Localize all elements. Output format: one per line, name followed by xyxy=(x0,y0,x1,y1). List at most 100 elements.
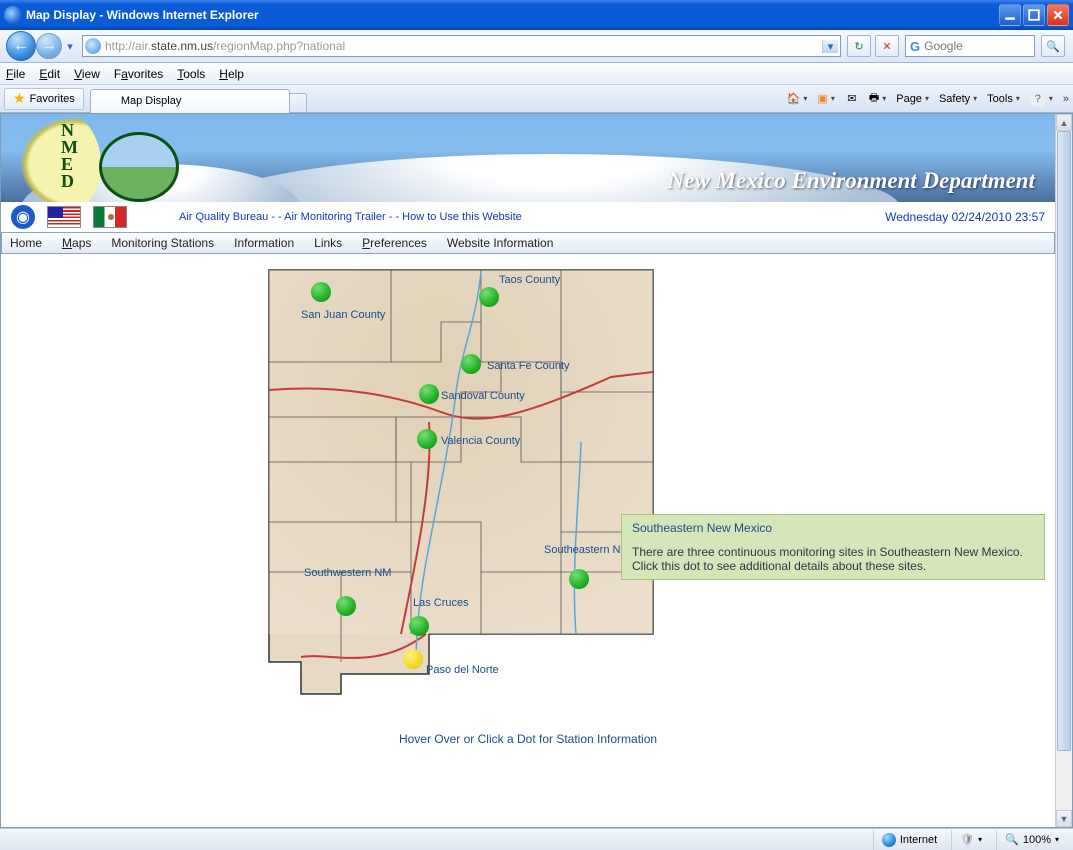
star-icon: ★ xyxy=(13,90,26,107)
zoom-level: 100% xyxy=(1023,834,1051,846)
tab-favicon xyxy=(103,94,117,108)
forward-button[interactable]: → xyxy=(36,33,62,59)
nav-website-information[interactable]: Website Information xyxy=(447,236,554,250)
menu-help[interactable]: Help xyxy=(219,67,244,81)
station-label-santafe: Santa Fe County xyxy=(487,360,570,372)
globe-icon xyxy=(882,833,896,847)
map-instruction-text: Hover Over or Click a Dot for Station In… xyxy=(1,732,1055,746)
ie-icon xyxy=(4,6,22,24)
station-dot-valencia[interactable] xyxy=(417,429,437,449)
page-menu[interactable]: Page▾ xyxy=(892,88,933,110)
protected-mode-icon[interactable]: 🛡▾ xyxy=(951,830,990,850)
station-label-pasodelnorte: Paso del Norte xyxy=(426,664,499,676)
nmed-letters: NMED xyxy=(61,122,78,190)
scroll-down-arrow[interactable]: ▼ xyxy=(1056,810,1072,827)
station-dot-lascruces[interactable] xyxy=(409,616,429,636)
station-label-sanjuan: San Juan County xyxy=(301,309,385,321)
status-zone[interactable]: Internet xyxy=(873,830,945,850)
zone-label: Internet xyxy=(900,834,937,846)
station-dot-taos[interactable] xyxy=(479,287,499,307)
station-label-sandoval: Sandoval County xyxy=(441,390,525,402)
nav-history-dropdown[interactable]: ▾ xyxy=(65,40,75,53)
search-box[interactable]: G Google xyxy=(905,35,1035,57)
page-icon xyxy=(85,38,101,54)
station-label-lascruces: Las Cruces xyxy=(413,597,469,609)
link-air-monitoring-trailer[interactable]: Air Monitoring Trailer xyxy=(284,211,385,223)
search-placeholder: Google xyxy=(924,39,963,53)
page-viewport: ▲ ▼ NMED New Mexico Environment Departme… xyxy=(0,113,1073,828)
nav-preferences[interactable]: Preferences xyxy=(362,236,427,250)
scroll-up-arrow[interactable]: ▲ xyxy=(1056,114,1072,131)
menu-file[interactable]: File xyxy=(6,67,25,81)
menu-favorites[interactable]: Favorites xyxy=(114,67,163,81)
help-button[interactable]: ?▾ xyxy=(1026,88,1057,110)
map-area: Taos County San Juan County Santa Fe Cou… xyxy=(1,254,1055,809)
station-label-southeastern: Southeastern NM xyxy=(544,544,630,556)
department-name: New Mexico Environment Department xyxy=(668,168,1035,194)
menu-view[interactable]: View xyxy=(74,67,100,81)
search-go-button[interactable]: 🔍 xyxy=(1041,35,1065,57)
station-tooltip: Southeastern New Mexico There are three … xyxy=(621,514,1045,580)
station-dot-sandoval[interactable] xyxy=(419,384,439,404)
accessibility-icon[interactable]: ◉ xyxy=(11,205,35,229)
window-titlebar: Map Display - Windows Internet Explorer xyxy=(0,0,1073,30)
nav-monitoring-stations[interactable]: Monitoring Stations xyxy=(111,236,214,250)
toolbar-overflow[interactable]: » xyxy=(1063,93,1069,105)
status-bar: Internet 🛡▾ 🔍 100% ▾ xyxy=(0,828,1073,850)
station-label-taos: Taos County xyxy=(499,274,560,286)
tooltip-body: There are three continuous monitoring si… xyxy=(632,545,1034,573)
url-text[interactable]: http://air.state.nm.us/regionMap.php?nat… xyxy=(105,39,822,53)
nav-information[interactable]: Information xyxy=(234,236,294,250)
site-nav-menu: Home Maps Monitoring Stations Informatio… xyxy=(1,232,1055,254)
scroll-thumb[interactable] xyxy=(1057,131,1071,751)
read-mail-button[interactable]: ✉ xyxy=(841,88,863,110)
google-icon: G xyxy=(910,39,920,54)
station-dot-santafe[interactable] xyxy=(461,354,481,374)
station-dot-sanjuan[interactable] xyxy=(311,282,331,302)
safety-menu[interactable]: Safety▾ xyxy=(935,88,981,110)
tooltip-title: Southeastern New Mexico xyxy=(632,521,1034,535)
nav-home[interactable]: Home xyxy=(10,236,42,250)
tab-map-display[interactable]: Map Display xyxy=(90,89,290,113)
tabs-toolbar: ★ Favorites Map Display 🏠▾ ▣▾ ✉ 🖶▾ Page▾… xyxy=(0,85,1073,113)
vertical-scrollbar[interactable]: ▲ ▼ xyxy=(1055,114,1072,827)
nmed-circle-logo xyxy=(99,132,179,202)
nav-maps[interactable]: Maps xyxy=(62,236,91,250)
menu-bar: File Edit View Favorites Tools Help xyxy=(0,63,1073,85)
station-dot-southeastern[interactable] xyxy=(569,569,589,589)
print-button[interactable]: 🖶▾ xyxy=(865,88,890,110)
nmed-moon-logo xyxy=(11,114,101,202)
new-tab-button[interactable] xyxy=(289,93,307,113)
link-air-quality-bureau[interactable]: Air Quality Bureau xyxy=(179,211,268,223)
us-flag-icon[interactable] xyxy=(47,206,81,228)
address-dropdown[interactable]: ▾ xyxy=(822,40,838,53)
stop-button[interactable]: ✕ xyxy=(875,35,899,57)
favorites-label: Favorites xyxy=(30,93,75,105)
feeds-button[interactable]: ▣▾ xyxy=(813,88,838,110)
maximize-button[interactable] xyxy=(1023,4,1045,26)
sub-header: ◉ Air Quality Bureau - - Air Monitoring … xyxy=(1,202,1055,232)
close-button[interactable] xyxy=(1047,4,1069,26)
link-how-to-use[interactable]: How to Use this Website xyxy=(402,211,522,223)
minimize-button[interactable] xyxy=(999,4,1021,26)
site-banner: NMED New Mexico Environment Department xyxy=(1,114,1055,202)
menu-tools[interactable]: Tools xyxy=(177,67,205,81)
window-title: Map Display - Windows Internet Explorer xyxy=(26,8,999,22)
home-button[interactable]: 🏠▾ xyxy=(783,88,812,110)
back-button[interactable]: ← xyxy=(6,31,36,61)
nav-toolbar: ← → ▾ http://air.state.nm.us/regionMap.p… xyxy=(0,30,1073,63)
menu-edit[interactable]: Edit xyxy=(39,67,60,81)
current-datetime: Wednesday 02/24/2010 23:57 xyxy=(885,210,1045,224)
tools-menu[interactable]: Tools▾ xyxy=(983,88,1024,110)
favorites-button[interactable]: ★ Favorites xyxy=(4,88,84,110)
station-dot-southwestern[interactable] xyxy=(336,596,356,616)
nav-links[interactable]: Links xyxy=(314,236,342,250)
zoom-control[interactable]: 🔍 100% ▾ xyxy=(996,830,1067,850)
station-label-valencia: Valencia County xyxy=(441,435,520,447)
refresh-button[interactable]: ↻ xyxy=(847,35,871,57)
mexico-flag-icon[interactable] xyxy=(93,206,127,228)
nm-state-map xyxy=(261,262,661,720)
address-bar[interactable]: http://air.state.nm.us/regionMap.php?nat… xyxy=(82,35,841,57)
station-label-southwestern: Southwestern NM xyxy=(304,567,391,579)
station-dot-pasodelnorte[interactable] xyxy=(403,649,423,669)
